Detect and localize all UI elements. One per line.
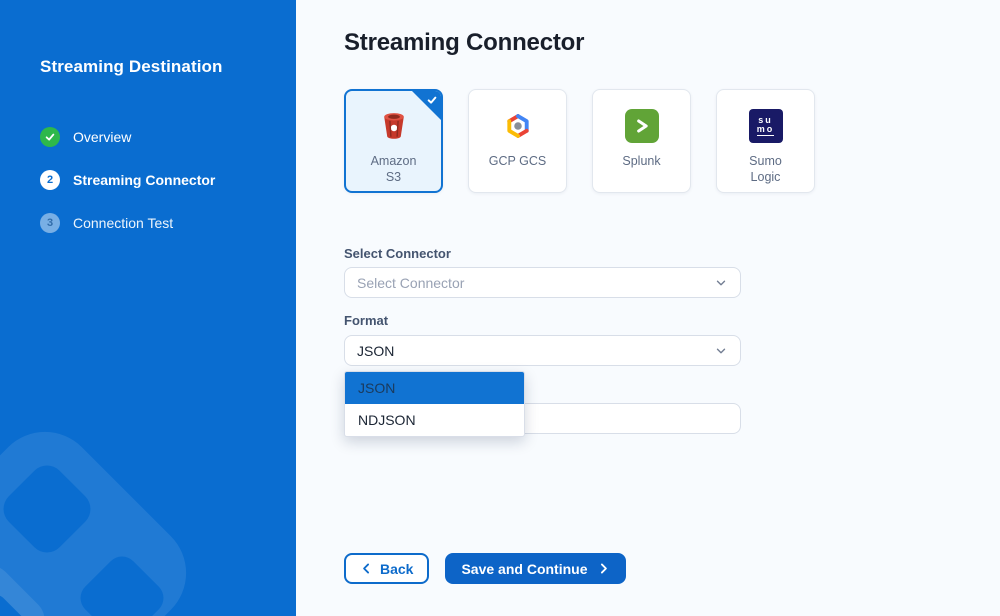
wizard-sidebar: Streaming Destination Overview 2 Streami… [0,0,296,616]
select-connector-label: Select Connector [344,246,451,261]
amazon-s3-icon [377,107,411,145]
step-label: Connection Test [73,215,173,231]
wizard-actions: Back Save and Continue [344,553,626,584]
back-button[interactable]: Back [344,553,429,584]
sumo-logo-text: mo [757,125,775,136]
step-number-badge: 3 [40,213,60,233]
step-connection-test[interactable]: 3 Connection Test [40,213,215,233]
connector-card-label: Splunk [622,153,660,169]
selected-check-icon [426,94,438,106]
chevron-right-icon [597,562,610,575]
sumo-logic-icon: su mo [749,107,783,145]
step-label: Overview [73,129,131,145]
connector-card-splunk[interactable]: Splunk [592,89,691,193]
sidebar-title: Streaming Destination [40,57,223,77]
format-label: Format [344,313,388,328]
wizard-steps: Overview 2 Streaming Connector 3 Connect… [40,127,215,256]
back-button-label: Back [380,561,413,577]
connector-card-label: Sumo Logic [736,153,796,186]
connector-card-label: Amazon S3 [364,153,424,186]
check-circle-icon [40,127,60,147]
connector-card-list: Amazon S3 GCP GCS [344,89,815,193]
connector-card-sumo-logic[interactable]: su mo Sumo Logic [716,89,815,193]
menu-option-ndjson[interactable]: NDJSON [345,404,524,436]
chevron-down-icon [714,276,728,290]
step-number-badge: 2 [40,170,60,190]
connector-card-amazon-s3[interactable]: Amazon S3 [344,89,443,193]
format-options-menu: JSON NDJSON [344,371,525,437]
format-value: JSON [357,343,394,359]
chevron-left-icon [360,562,373,575]
chevron-down-icon [714,344,728,358]
splunk-icon [625,107,659,145]
step-streaming-connector[interactable]: 2 Streaming Connector [40,170,215,190]
format-dropdown[interactable]: JSON [344,335,741,366]
select-connector-dropdown[interactable]: Select Connector [344,267,741,298]
menu-option-json[interactable]: JSON [345,372,524,404]
save-and-continue-button[interactable]: Save and Continue [445,553,625,584]
connector-card-gcp-gcs[interactable]: GCP GCS [468,89,567,193]
page-title: Streaming Connector [344,29,584,57]
app-window: Streaming Destination Overview 2 Streami… [0,0,1000,616]
step-overview[interactable]: Overview [40,127,215,147]
select-connector-placeholder: Select Connector [357,275,464,291]
gcp-gcs-icon [500,107,536,145]
save-button-label: Save and Continue [461,561,587,577]
main-panel: Streaming Connector Amazon S3 [296,0,1000,616]
connector-card-label: GCP GCS [489,153,546,169]
step-label: Streaming Connector [73,172,215,188]
